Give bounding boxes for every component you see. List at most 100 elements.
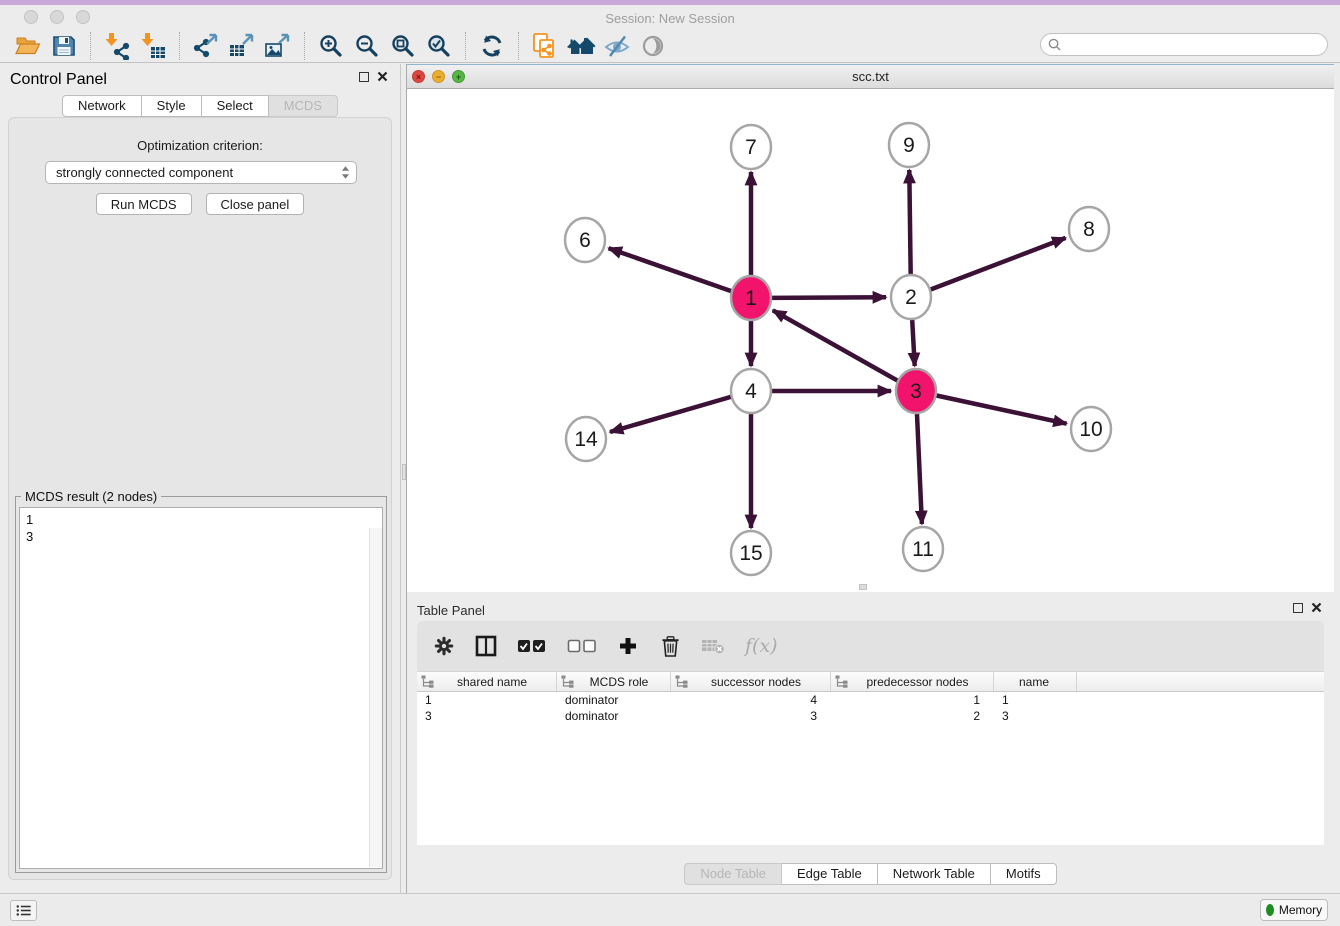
- delete-columns-button[interactable]: [659, 636, 681, 657]
- delete-table-icon: [701, 637, 725, 655]
- float-panel-icon[interactable]: [359, 72, 369, 82]
- edge-3-10[interactable]: [937, 396, 1067, 424]
- close-panel-button[interactable]: Close panel: [206, 193, 305, 215]
- export-network-button[interactable]: [188, 31, 224, 61]
- refresh-button[interactable]: [474, 31, 510, 61]
- toolbar-separator: [179, 32, 180, 60]
- mcds-result-box: MCDS result (2 nodes) 1 3: [15, 489, 387, 873]
- control-panel: Control Panel NetworkStyleSelectMCDS Opt…: [0, 64, 400, 893]
- panel-splitter[interactable]: [400, 64, 407, 893]
- graph-node-14[interactable]: 14: [566, 417, 606, 461]
- table-tab-edge-table[interactable]: Edge Table: [782, 863, 878, 885]
- zoom-selected-button[interactable]: [421, 31, 457, 61]
- table-float-icon[interactable]: [1293, 603, 1303, 613]
- zoom-fit-button[interactable]: [385, 31, 421, 61]
- graph-node-4[interactable]: 4: [731, 369, 771, 413]
- column-header-mcds-role[interactable]: MCDS role: [557, 672, 671, 691]
- graph-node-7[interactable]: 7: [731, 125, 771, 169]
- zoom-out-button[interactable]: [349, 31, 385, 61]
- table-close-icon[interactable]: [1311, 602, 1322, 613]
- graph-node-3[interactable]: 3: [896, 369, 936, 413]
- graph-node-11[interactable]: 11: [903, 527, 943, 571]
- edge-2-3[interactable]: [912, 318, 915, 366]
- svg-text:1: 1: [745, 287, 757, 310]
- graph-node-8[interactable]: 8: [1069, 207, 1109, 251]
- edge-1-2[interactable]: [772, 297, 886, 298]
- export-table-button[interactable]: [224, 31, 260, 61]
- search-box[interactable]: [1040, 33, 1328, 56]
- search-input[interactable]: [1066, 36, 1327, 54]
- column-tree-icon: [675, 675, 688, 688]
- graph-node-9[interactable]: 9: [889, 123, 929, 167]
- column-header-shared-name[interactable]: shared name: [417, 672, 557, 691]
- save-session-button[interactable]: [46, 31, 82, 61]
- network-graph[interactable]: 1 2 3 4 6 7 8 9 10 11 14 15: [407, 89, 1332, 592]
- tab-style[interactable]: Style: [142, 95, 202, 117]
- search-icon: [1048, 38, 1061, 51]
- splitter-handle[interactable]: [402, 464, 406, 480]
- task-history-button[interactable]: [10, 900, 37, 921]
- edge-3-11[interactable]: [917, 412, 922, 524]
- zoom-fit-icon: [390, 33, 416, 59]
- network-canvas[interactable]: 1 2 3 4 6 7 8 9 10 11 14 15: [407, 89, 1332, 592]
- network-resize-handle[interactable]: [859, 584, 867, 590]
- svg-text:10: 10: [1079, 418, 1102, 441]
- result-scrollbar[interactable]: [369, 528, 382, 867]
- tab-select[interactable]: Select: [202, 95, 269, 117]
- eye-slash-icon: [604, 33, 630, 59]
- import-table-icon: [139, 32, 167, 60]
- home-view-button[interactable]: [563, 31, 599, 61]
- copy-network-view-button[interactable]: [527, 31, 563, 61]
- table-tab-motifs[interactable]: Motifs: [991, 863, 1057, 885]
- edge-3-1[interactable]: [773, 310, 898, 380]
- criterion-dropdown[interactable]: strongly connected component: [45, 161, 357, 184]
- import-network-button[interactable]: [99, 31, 135, 61]
- unselect-all-columns-button[interactable]: [567, 638, 597, 654]
- edge-2-8[interactable]: [931, 238, 1066, 290]
- graph-node-2[interactable]: 2: [891, 275, 931, 319]
- close-panel-icon[interactable]: [377, 71, 388, 82]
- column-header-name[interactable]: name: [994, 672, 1077, 691]
- tab-network[interactable]: Network: [62, 95, 142, 117]
- control-panel-tabs: NetworkStyleSelectMCDS: [0, 95, 400, 117]
- mcds-panel: Optimization criterion: strongly connect…: [8, 117, 392, 880]
- table-row[interactable]: 1dominator411: [417, 692, 1324, 708]
- cell-predecessor-nodes: 2: [831, 709, 994, 723]
- table-header-row: shared nameMCDS rolesuccessor nodesprede…: [417, 672, 1324, 692]
- open-file-button[interactable]: [10, 31, 46, 61]
- column-header-successor-nodes[interactable]: successor nodes: [671, 672, 831, 691]
- table-row[interactable]: 3dominator323: [417, 708, 1324, 724]
- cell-mcds-role: dominator: [557, 709, 671, 723]
- edge-2-9[interactable]: [909, 170, 910, 276]
- memory-button[interactable]: Memory: [1260, 899, 1328, 921]
- create-column-button[interactable]: [617, 636, 639, 656]
- table-tab-node-table[interactable]: Node Table: [684, 863, 782, 885]
- table-settings-button[interactable]: [433, 636, 455, 656]
- show-column-panel-button[interactable]: [475, 635, 497, 657]
- edge-4-14[interactable]: [610, 397, 731, 432]
- column-header-predecessor-nodes[interactable]: predecessor nodes: [831, 672, 994, 691]
- graph-node-10[interactable]: 10: [1071, 407, 1111, 451]
- toolbar-separator: [465, 32, 466, 60]
- graph-node-6[interactable]: 6: [565, 218, 605, 262]
- zoom-in-button[interactable]: [313, 31, 349, 61]
- trash-icon: [661, 636, 680, 657]
- run-mcds-button[interactable]: Run MCDS: [96, 193, 192, 215]
- graph-node-1[interactable]: 1: [731, 276, 771, 320]
- mcds-result-text[interactable]: 1 3: [19, 507, 383, 869]
- table-body: 1dominator4113dominator323: [417, 692, 1324, 724]
- export-image-button[interactable]: [260, 31, 296, 61]
- edge-1-6[interactable]: [609, 248, 732, 291]
- select-all-columns-button[interactable]: [517, 638, 547, 654]
- table-panel: Table Panel: [407, 597, 1334, 888]
- graph-node-15[interactable]: 15: [731, 531, 771, 575]
- svg-text:3: 3: [910, 380, 922, 403]
- import-table-button[interactable]: [135, 31, 171, 61]
- show-graphics-details-button[interactable]: [635, 31, 671, 61]
- cell-predecessor-nodes: 1: [831, 693, 994, 707]
- tab-mcds[interactable]: MCDS: [269, 95, 338, 117]
- hide-unhide-button[interactable]: [599, 31, 635, 61]
- cell-shared-name: 1: [417, 693, 557, 707]
- table-tab-network-table[interactable]: Network Table: [878, 863, 991, 885]
- cell-successor-nodes: 4: [671, 693, 831, 707]
